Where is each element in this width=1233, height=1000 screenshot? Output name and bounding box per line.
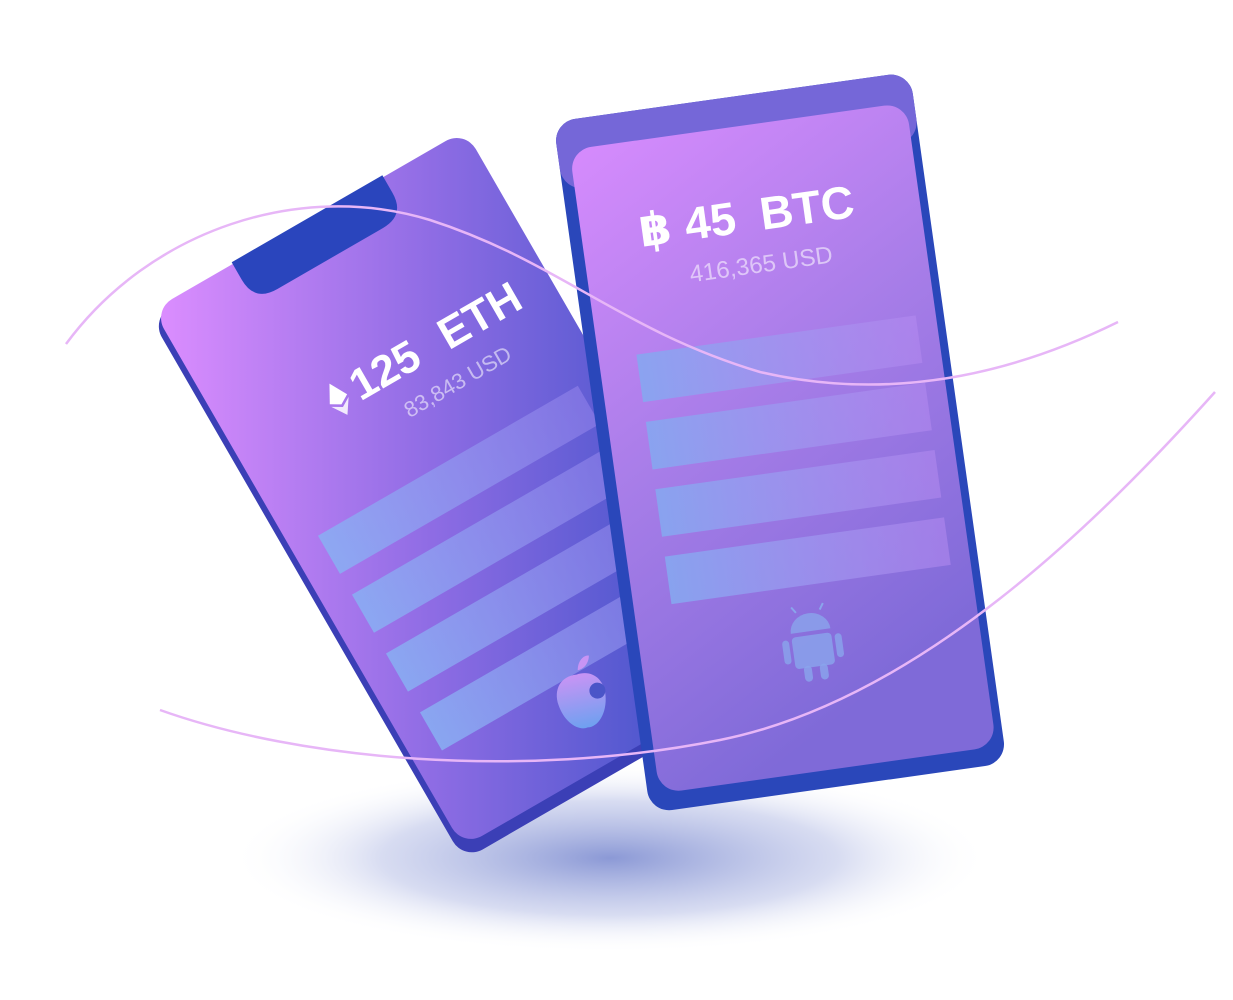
illustration: 125 ETH 83,843 USD ฿ 45 BTC 416,365 USD	[64, 74, 1216, 953]
btc-amount: 45	[681, 192, 739, 251]
floor-shadow	[230, 763, 990, 953]
